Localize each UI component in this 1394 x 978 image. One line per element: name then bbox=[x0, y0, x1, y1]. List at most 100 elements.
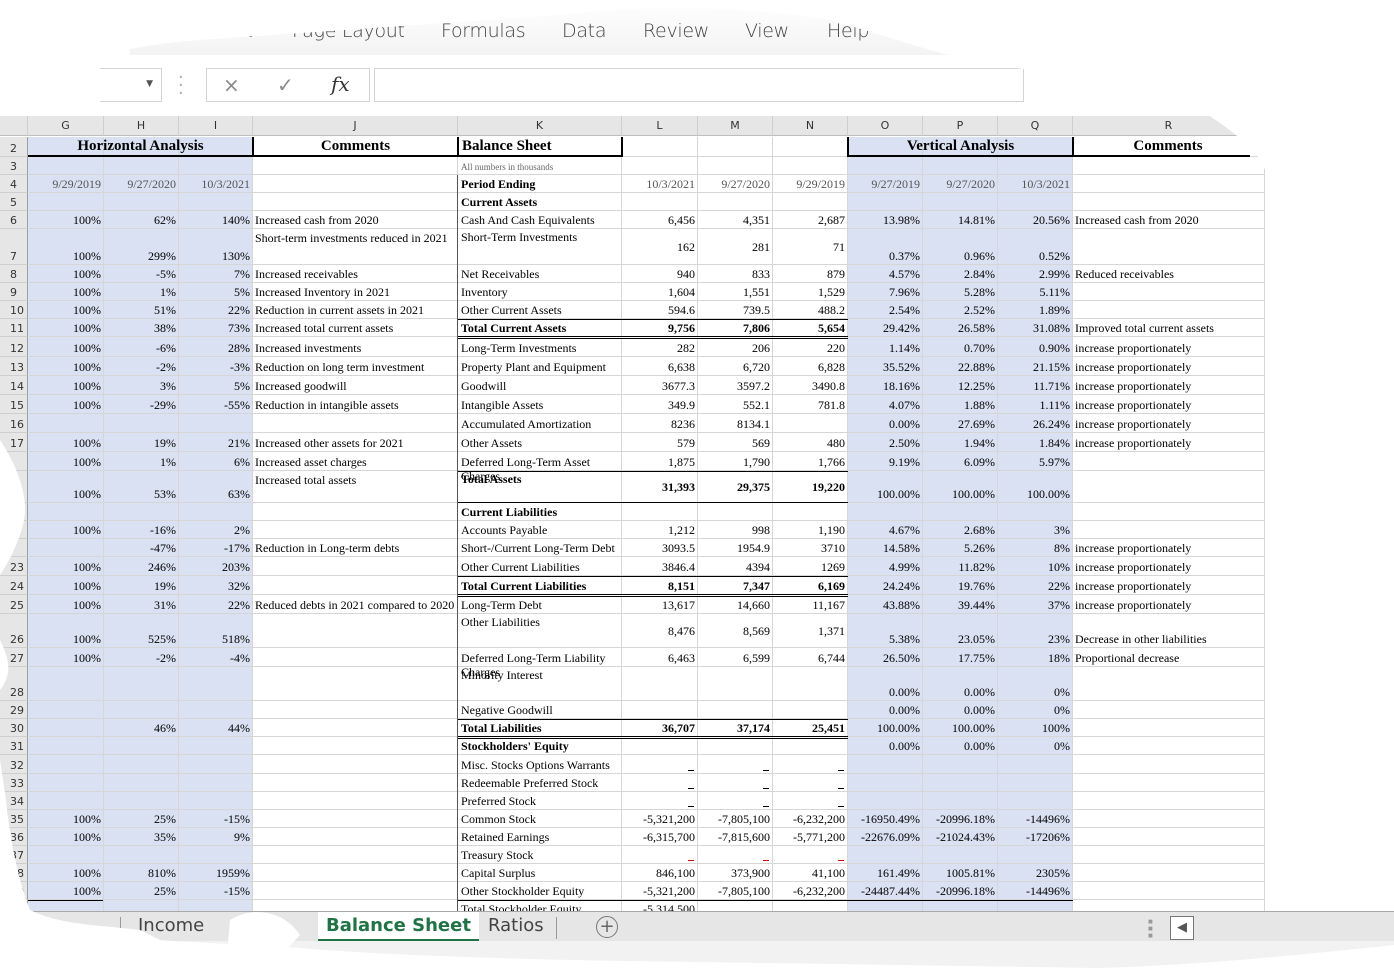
vertical-pct[interactable]: 1.84% bbox=[998, 436, 1070, 450]
balance-value[interactable]: 9,756 bbox=[622, 321, 695, 335]
balance-value[interactable]: -5,321,200 bbox=[622, 884, 695, 898]
horizontal-pct[interactable]: 100% bbox=[28, 455, 101, 469]
balance-value[interactable]: 349.9 bbox=[622, 398, 695, 412]
row-header[interactable]: 10 bbox=[0, 301, 28, 319]
horizontal-pct[interactable]: 25% bbox=[104, 812, 176, 826]
vertical-comment[interactable]: Decrease in other liabilities bbox=[1075, 632, 1207, 646]
horizontal-pct[interactable]: 73% bbox=[179, 321, 250, 335]
horizontal-pct[interactable]: 100% bbox=[28, 632, 101, 646]
horizontal-pct[interactable]: 100% bbox=[28, 487, 101, 501]
horizontal-pct[interactable]: 28% bbox=[179, 341, 250, 355]
horizontal-comment[interactable]: Increased goodwill bbox=[255, 379, 455, 393]
horizontal-pct[interactable]: -47% bbox=[104, 541, 176, 555]
vertical-pct[interactable]: 100.00% bbox=[923, 487, 995, 501]
row-header[interactable] bbox=[0, 503, 28, 521]
vertical-pct[interactable]: 0.00% bbox=[848, 417, 920, 431]
horizontal-pct[interactable]: 25% bbox=[104, 884, 176, 898]
vertical-pct[interactable]: 6.09% bbox=[923, 455, 995, 469]
horizontal-pct[interactable]: 1% bbox=[104, 285, 176, 299]
balance-value[interactable]: -5,771,200 bbox=[773, 830, 845, 844]
balance-value[interactable]: 3677.3 bbox=[622, 379, 695, 393]
horizontal-pct[interactable]: 22% bbox=[179, 598, 250, 612]
vertical-pct[interactable]: 22% bbox=[998, 579, 1070, 593]
add-sheet-icon[interactable]: + bbox=[596, 916, 618, 938]
row-header[interactable]: 23 bbox=[0, 557, 28, 576]
vertical-comment[interactable]: increase proportionately bbox=[1075, 560, 1191, 574]
vertical-comment[interactable]: increase proportionately bbox=[1075, 360, 1191, 374]
balance-value[interactable]: 8,476 bbox=[622, 624, 695, 638]
row-header[interactable]: 12 bbox=[0, 337, 28, 357]
row-header[interactable]: 30 bbox=[0, 719, 28, 737]
row-header[interactable]: 9 bbox=[0, 283, 28, 301]
horizontal-pct[interactable]: 22% bbox=[179, 303, 250, 317]
vertical-pct[interactable]: 3% bbox=[998, 523, 1070, 537]
balance-value[interactable]: -7,805,100 bbox=[698, 812, 770, 826]
vertical-pct[interactable]: 1005.81% bbox=[923, 866, 995, 880]
cancel-icon[interactable]: × bbox=[223, 73, 240, 97]
vertical-pct[interactable]: 100% bbox=[998, 721, 1070, 735]
balance-value[interactable]: 833 bbox=[698, 267, 770, 281]
vertical-pct[interactable]: 0.37% bbox=[848, 249, 920, 263]
vertical-pct[interactable]: -20996.18% bbox=[923, 884, 995, 898]
balance-value[interactable]: 14,660 bbox=[698, 598, 770, 612]
vertical-pct[interactable]: 13.98% bbox=[848, 213, 920, 227]
splitter-handle-icon[interactable]: ■ ■ ■ bbox=[1148, 918, 1153, 940]
vertical-pct[interactable]: 29.42% bbox=[848, 321, 920, 335]
balance-value[interactable]: 480 bbox=[773, 436, 845, 450]
balance-value[interactable]: -6,232,200 bbox=[773, 884, 845, 898]
balance-value[interactable]: 19,220 bbox=[773, 480, 845, 494]
row-header[interactable]: 16 bbox=[0, 414, 28, 433]
balance-value[interactable]: 940 bbox=[622, 267, 695, 281]
vertical-pct[interactable]: 2.68% bbox=[923, 523, 995, 537]
horizontal-pct[interactable]: -4% bbox=[179, 651, 250, 665]
chevron-down-icon[interactable]: ▼ bbox=[146, 79, 153, 89]
select-all-corner[interactable] bbox=[0, 116, 28, 136]
balance-value[interactable]: -7,815,600 bbox=[698, 830, 770, 844]
balance-value[interactable]: 6,720 bbox=[698, 360, 770, 374]
balance-value[interactable]: 7,806 bbox=[698, 321, 770, 335]
balance-value[interactable]: 6,744 bbox=[773, 651, 845, 665]
horizontal-pct[interactable]: 35% bbox=[104, 830, 176, 844]
horizontal-comment[interactable]: Reduction on long term investment bbox=[255, 360, 455, 374]
row-header[interactable]: 36 bbox=[0, 828, 28, 846]
horizontal-pct[interactable]: 62% bbox=[104, 213, 176, 227]
vertical-pct[interactable]: 12.25% bbox=[923, 379, 995, 393]
balance-value[interactable]: 552.1 bbox=[698, 398, 770, 412]
vertical-pct[interactable]: 39.44% bbox=[923, 598, 995, 612]
row-header[interactable]: 29 bbox=[0, 701, 28, 719]
vertical-pct[interactable]: 1.88% bbox=[923, 398, 995, 412]
vertical-pct[interactable]: -14496% bbox=[998, 884, 1070, 898]
name-box[interactable]: ▼ bbox=[100, 68, 162, 102]
balance-value[interactable]: 1,790 bbox=[698, 455, 770, 469]
ribbon-tab-help[interactable]: Help bbox=[827, 20, 869, 42]
vertical-pct[interactable]: 35.52% bbox=[848, 360, 920, 374]
row-header[interactable] bbox=[0, 452, 28, 471]
vertical-pct[interactable]: 26.58% bbox=[923, 321, 995, 335]
row-header[interactable]: 27 bbox=[0, 648, 28, 667]
horizontal-pct[interactable]: 100% bbox=[28, 249, 101, 263]
balance-value[interactable]: 7,347 bbox=[698, 579, 770, 593]
row-header[interactable]: 28 bbox=[0, 667, 28, 701]
horizontal-comment[interactable]: Increased cash from 2020 bbox=[255, 213, 455, 227]
balance-value[interactable]: 846,100 bbox=[622, 866, 695, 880]
horizontal-comment[interactable]: Increased Inventory in 2021 bbox=[255, 285, 455, 299]
horizontal-pct[interactable]: -6% bbox=[104, 341, 176, 355]
vertical-pct[interactable]: 2.52% bbox=[923, 303, 995, 317]
vertical-pct[interactable]: 23% bbox=[998, 632, 1070, 646]
row-header[interactable]: 38 bbox=[0, 864, 28, 882]
column-header-l[interactable]: L bbox=[622, 116, 698, 136]
vertical-pct[interactable]: 18.16% bbox=[848, 379, 920, 393]
balance-value[interactable]: 594.6 bbox=[622, 303, 695, 317]
vertical-pct[interactable]: 2.99% bbox=[998, 267, 1070, 281]
balance-value[interactable]: 3710 bbox=[773, 541, 845, 555]
horizontal-pct[interactable]: 51% bbox=[104, 303, 176, 317]
vertical-comment[interactable]: increase proportionately bbox=[1075, 598, 1191, 612]
balance-value[interactable]: 879 bbox=[773, 267, 845, 281]
row-header[interactable] bbox=[0, 521, 28, 539]
column-header-o[interactable]: O bbox=[848, 116, 923, 136]
vertical-pct[interactable]: 5.11% bbox=[998, 285, 1070, 299]
vertical-pct[interactable]: 0.90% bbox=[998, 341, 1070, 355]
vertical-pct[interactable]: 21.15% bbox=[998, 360, 1070, 374]
horizontal-pct[interactable]: 100% bbox=[28, 598, 101, 612]
scroll-left-icon[interactable]: ◀ bbox=[1170, 916, 1194, 940]
